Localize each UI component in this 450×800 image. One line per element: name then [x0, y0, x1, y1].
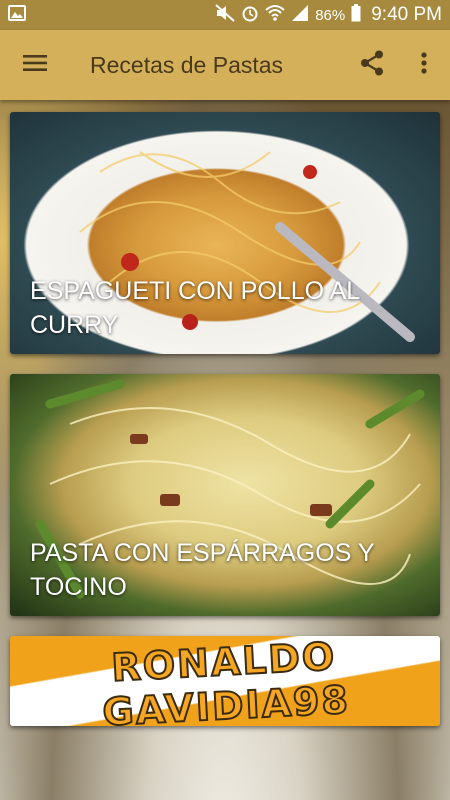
- status-left: [8, 4, 26, 27]
- recipe-card[interactable]: PASTA CON ESPÁRRAGOS Y TOCINO: [10, 374, 440, 616]
- banner-text: RONALDO GAVIDIA98: [100, 636, 352, 726]
- share-button[interactable]: [346, 30, 398, 100]
- menu-icon: [23, 53, 47, 78]
- share-icon: [360, 50, 384, 81]
- status-right: 86% 9:40 PM: [215, 3, 442, 27]
- page-title: Recetas de Pastas: [90, 51, 284, 78]
- status-bar: 86% 9:40 PM: [0, 0, 450, 30]
- more-vert-icon: [421, 51, 427, 79]
- battery-percent: 86%: [315, 6, 346, 24]
- wifi-icon: [265, 4, 285, 27]
- recipe-title: PASTA CON ESPÁRRAGOS Y TOCINO: [30, 539, 375, 601]
- mute-icon: [215, 3, 235, 27]
- battery-icon: [351, 3, 361, 27]
- gallery-icon: [8, 4, 26, 27]
- clock: 9:40 PM: [371, 4, 442, 25]
- menu-button[interactable]: [0, 30, 70, 100]
- app-bar: Recetas de Pastas: [0, 30, 450, 100]
- recipe-title: ESPAGUETI CON POLLO AL CURRY: [30, 277, 360, 339]
- signal-icon: [291, 4, 309, 27]
- recipe-list[interactable]: ESPAGUETI CON POLLO AL CURRY PASTA CON E…: [0, 100, 450, 800]
- banner-card[interactable]: RONALDO GAVIDIA98: [10, 636, 440, 726]
- recipe-card[interactable]: ESPAGUETI CON POLLO AL CURRY: [10, 112, 440, 354]
- alarm-icon: [241, 4, 259, 27]
- more-options-button[interactable]: [398, 30, 450, 100]
